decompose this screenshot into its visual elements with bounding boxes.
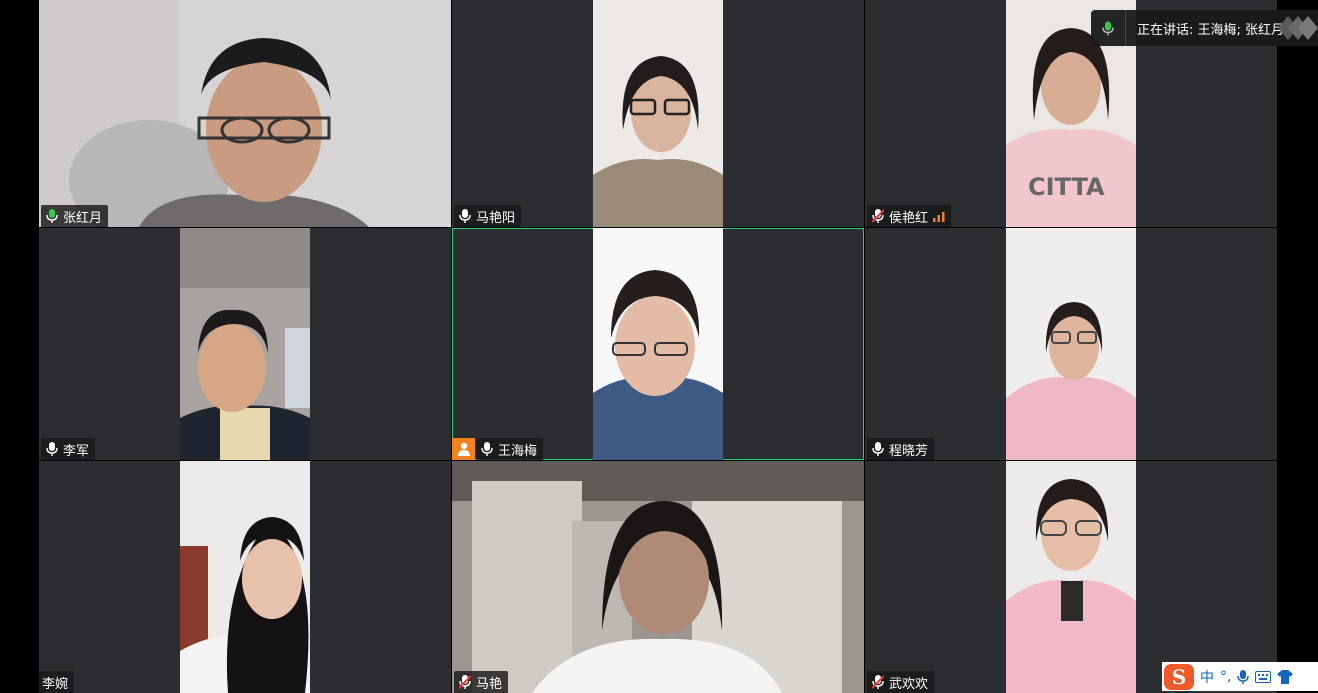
mic-muted-icon xyxy=(872,209,884,223)
video-feed xyxy=(180,228,310,460)
participant-name: 武欢欢 xyxy=(889,676,929,692)
mic-muted-icon xyxy=(872,675,884,689)
mic-icon xyxy=(459,209,471,223)
video-feed xyxy=(593,0,723,227)
keyboard-icon[interactable] xyxy=(1255,670,1272,683)
video-feed xyxy=(593,228,723,460)
participant-nameplate: 王海梅 xyxy=(476,438,544,460)
participant-name: 马艳 xyxy=(476,676,503,692)
participant-name: 王海梅 xyxy=(498,443,538,459)
signal-strength-icon xyxy=(933,212,945,222)
speaking-indicator[interactable]: 正在讲话: 王海梅; 张红月; xyxy=(1091,10,1318,46)
video-feed xyxy=(452,461,864,693)
participant-name: 程晓芳 xyxy=(889,443,929,459)
ime-punctuation-toggle[interactable]: °, xyxy=(1220,669,1231,685)
participant-nameplate: 马艳 xyxy=(454,671,509,693)
host-person-icon xyxy=(457,442,470,456)
speaking-label: 正在讲话: 王海梅; 张红月; xyxy=(1137,22,1289,38)
participant-nameplate: 程晓芳 xyxy=(867,438,935,460)
skin-shirt-icon[interactable] xyxy=(1277,669,1294,684)
drag-grip-icon[interactable] xyxy=(1276,14,1318,42)
participant-name: 马艳阳 xyxy=(476,210,516,226)
participant-name: 李军 xyxy=(63,443,90,459)
host-badge xyxy=(452,438,475,460)
video-tile[interactable]: 马艳 xyxy=(452,461,864,693)
participant-nameplate: 张红月 xyxy=(41,205,109,227)
mic-talking-icon xyxy=(1102,21,1114,35)
video-feed xyxy=(1006,461,1136,693)
ime-logo[interactable]: S xyxy=(1164,663,1194,690)
mic-icon xyxy=(481,442,493,456)
mic-icon xyxy=(872,442,884,456)
video-tile[interactable]: 李军 xyxy=(39,228,451,460)
voice-input-icon[interactable] xyxy=(1237,669,1250,685)
mic-talking-icon xyxy=(46,209,58,223)
participant-nameplate: 侯艳红 xyxy=(867,205,952,227)
video-feed xyxy=(39,0,451,227)
participant-name: 侯艳红 xyxy=(889,210,929,226)
participant-nameplate: 李军 xyxy=(41,438,96,460)
video-tile[interactable]: 李婉 xyxy=(39,461,451,693)
video-tile[interactable]: 程晓芳 xyxy=(865,228,1277,460)
participant-nameplate: 武欢欢 xyxy=(867,671,935,693)
video-feed xyxy=(1006,228,1136,460)
mic-icon xyxy=(46,442,58,456)
participant-name: 李婉 xyxy=(42,676,69,692)
ime-toolbar[interactable]: S 中 °, xyxy=(1162,662,1318,691)
participant-name: 张红月 xyxy=(63,210,103,226)
video-tile[interactable]: 马艳阳 xyxy=(452,0,864,227)
mic-muted-icon xyxy=(459,675,471,689)
participant-nameplate: 马艳阳 xyxy=(454,205,522,227)
video-tile[interactable]: 张红月 xyxy=(39,0,451,227)
video-grid: 张红月 马艳阳 CITTA 侯艳红 李军 王海梅 程晓芳 李婉 马艳 武欢欢 xyxy=(39,0,1277,693)
ime-mode-toggle[interactable]: 中 xyxy=(1200,667,1214,687)
video-tile[interactable]: 武欢欢 xyxy=(865,461,1277,693)
video-feed xyxy=(180,461,310,693)
participant-nameplate: 李婉 xyxy=(39,671,75,693)
svg-text:CITTA: CITTA xyxy=(1028,173,1105,201)
video-tile-active[interactable]: 王海梅 xyxy=(452,228,864,460)
